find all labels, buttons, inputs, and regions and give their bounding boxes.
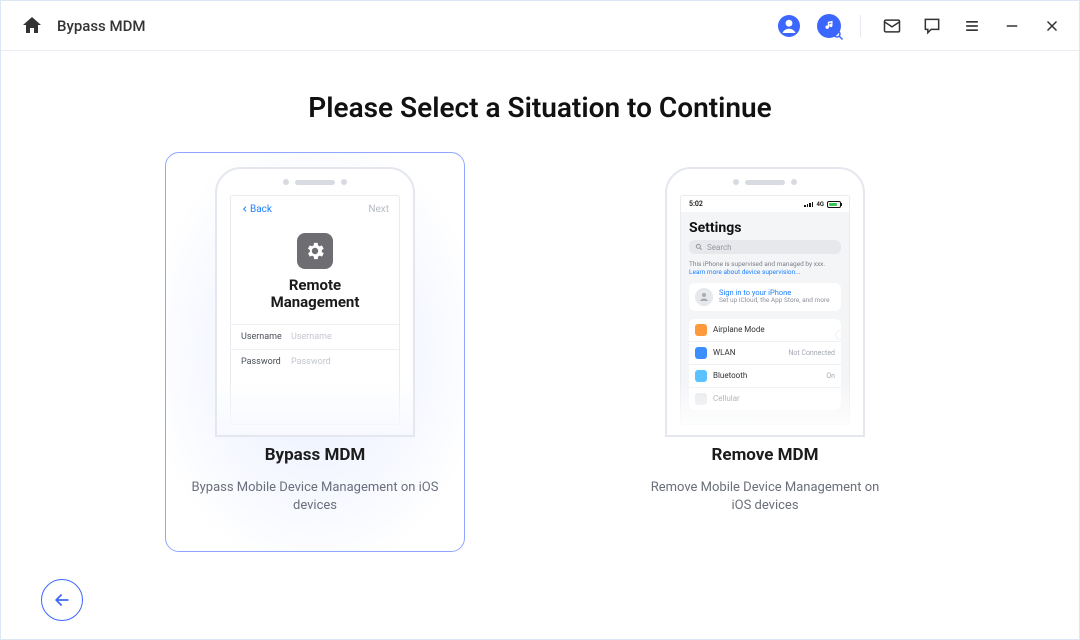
phone-mockup-remove: 5:02 4G Settings Search <box>665 167 865 437</box>
remote-management-title: Remote Management <box>271 277 360 312</box>
page-heading: Please Select a Situation to Continue <box>1 91 1079 124</box>
home-icon[interactable] <box>19 13 45 39</box>
list-item-bluetooth: Bluetooth On <box>689 365 841 388</box>
settings-search: Search <box>689 240 841 254</box>
music-search-icon[interactable] <box>816 13 842 39</box>
main-content: Please Select a Situation to Continue Ba… <box>1 51 1079 639</box>
account-icon[interactable] <box>776 13 802 39</box>
screen-next-label: Next <box>368 204 389 215</box>
supervision-note: This iPhone is supervised and managed by… <box>689 260 841 277</box>
list-item-airplane: Airplane Mode <box>689 319 841 342</box>
option-bypass-title: Bypass MDM <box>265 445 366 465</box>
feedback-icon[interactable] <box>919 13 945 39</box>
gear-icon <box>297 233 333 269</box>
mail-icon[interactable] <box>879 13 905 39</box>
title-bar: Bypass MDM <box>1 1 1079 51</box>
back-button[interactable] <box>41 579 83 621</box>
option-bypass-desc: Bypass Mobile Device Management on iOS d… <box>190 479 440 515</box>
minimize-icon[interactable] <box>999 13 1025 39</box>
option-remove-mdm[interactable]: 5:02 4G Settings Search <box>615 152 915 552</box>
header-divider <box>860 15 861 37</box>
phone-mockup-bypass: Back Next Remote Management Username Use… <box>215 167 415 437</box>
password-field: Password Password <box>231 349 399 374</box>
list-item-cellular: Cellular <box>689 388 841 410</box>
close-icon[interactable] <box>1039 13 1065 39</box>
option-bypass-mdm[interactable]: Back Next Remote Management Username Use… <box>165 152 465 552</box>
signin-row: Sign in to your iPhone Set up iCloud, th… <box>689 283 841 311</box>
status-indicators: 4G <box>804 200 841 208</box>
screen-back-link: Back <box>241 204 272 215</box>
status-time: 5:02 <box>689 200 703 208</box>
option-remove-title: Remove MDM <box>712 445 819 465</box>
username-field: Username Username <box>231 324 399 349</box>
settings-heading: Settings <box>689 220 841 236</box>
list-item-wlan: WLAN Not Connected <box>689 342 841 365</box>
avatar-icon <box>695 288 713 306</box>
option-remove-desc: Remove Mobile Device Management on iOS d… <box>640 479 890 515</box>
menu-icon[interactable] <box>959 13 985 39</box>
header-title: Bypass MDM <box>57 17 146 35</box>
